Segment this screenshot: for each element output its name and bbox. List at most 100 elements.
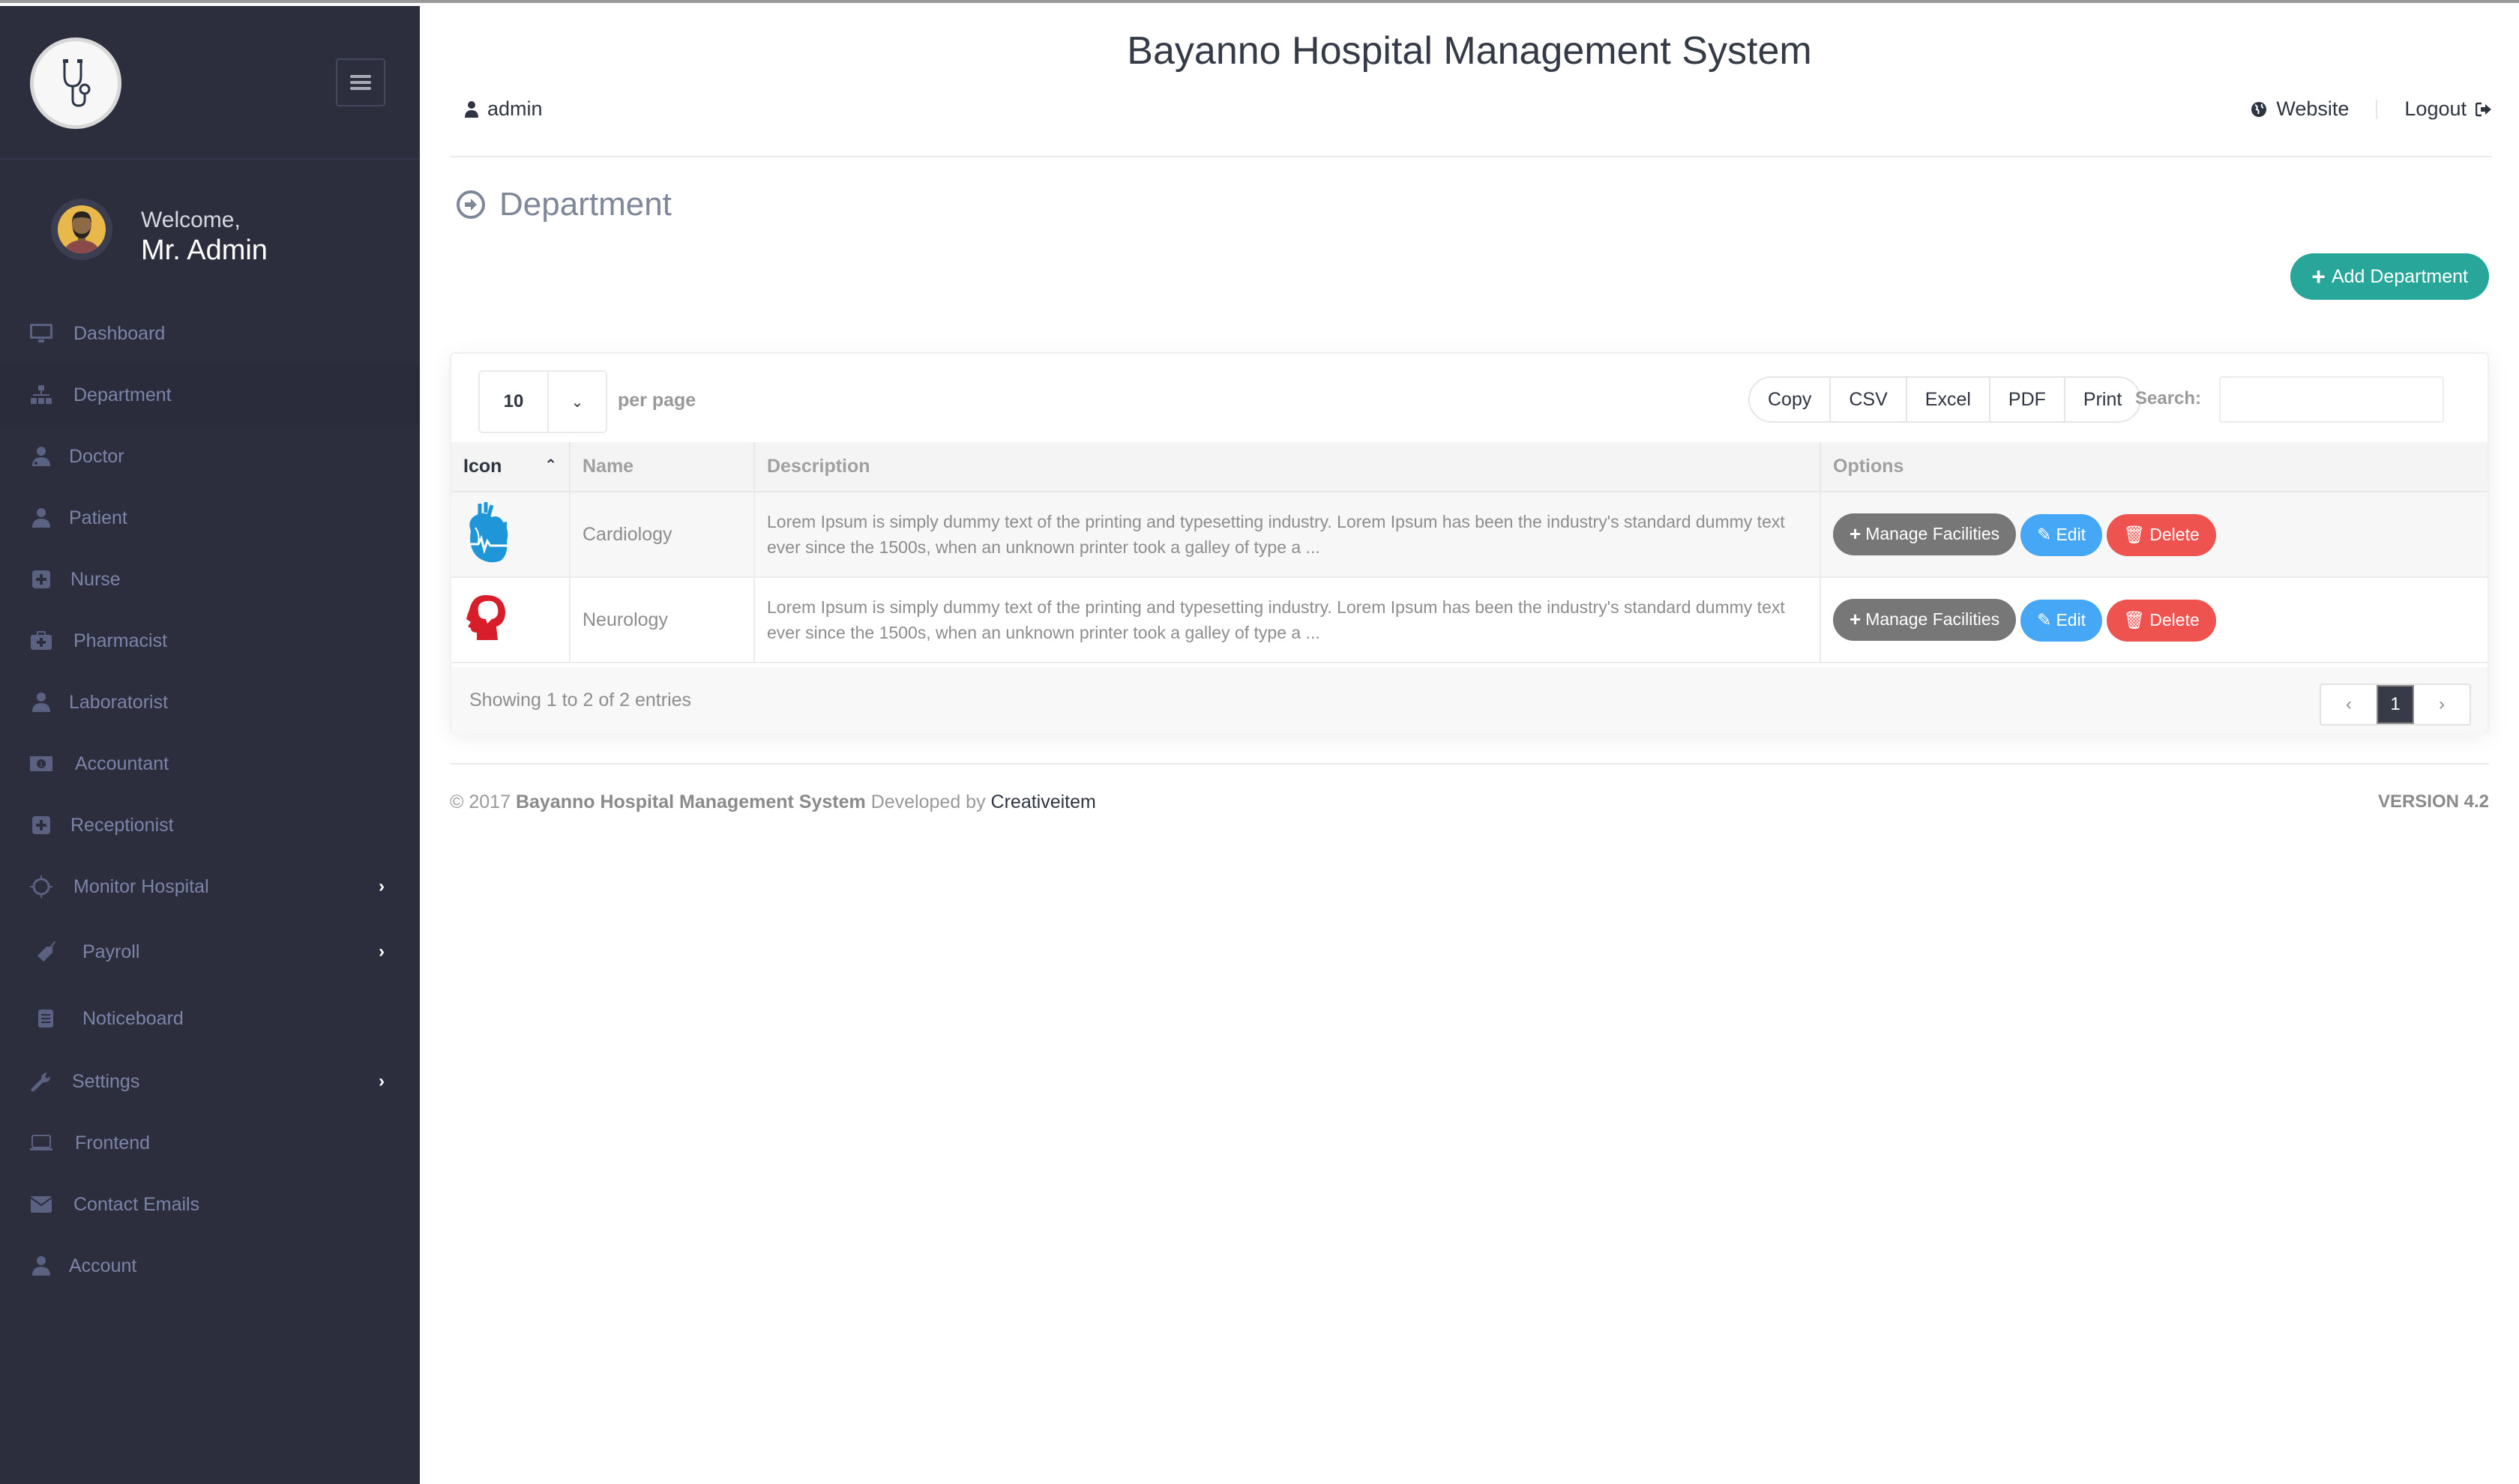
sidebar-item-frontend[interactable]: Frontend: [0, 1112, 420, 1174]
csv-button[interactable]: CSV: [1831, 378, 1907, 421]
manage-facilities-button[interactable]: + Manage Facilities: [1833, 598, 2017, 641]
delete-button[interactable]: 🗑 Delete: [2107, 599, 2216, 642]
copyright: © 2017: [450, 791, 511, 812]
department-description: Lorem Ipsum is simply dummy text of the …: [754, 577, 1821, 663]
table-row: Cardiology Lorem Ipsum is simply dummy t…: [451, 492, 2488, 578]
welcome-label: Welcome,: [141, 208, 241, 232]
sidebar-item-label: Pharmacist: [73, 630, 168, 651]
edit-button[interactable]: ✎ Edit: [2020, 599, 2103, 642]
sidebar-item-label: Laboratorist: [69, 691, 169, 713]
edit-button[interactable]: ✎ Edit: [2020, 513, 2103, 556]
envelope-icon: [28, 1192, 54, 1217]
sidebar-item-label: Nurse: [70, 568, 121, 590]
footer: © 2017 Bayanno Hospital Management Syste…: [450, 791, 1096, 813]
developed-by-label: Developed by: [870, 791, 986, 812]
sidebar-item-department[interactable]: Department: [0, 364, 420, 426]
plus-icon: +: [2311, 263, 2326, 290]
pdf-button[interactable]: PDF: [1990, 378, 2065, 421]
page-title: Department: [456, 186, 672, 223]
medkit-icon: [28, 628, 54, 654]
pencil-icon: ✎: [2037, 610, 2052, 630]
department-icon-cell: [451, 492, 571, 578]
version-label: VERSION 4.2: [2377, 791, 2489, 812]
sidebar-nav: Dashboard Department Doctor Patient Nurs…: [0, 303, 420, 1297]
table-info: Showing 1 to 2 of 2 entries: [469, 690, 692, 711]
page-length-value: 10: [480, 372, 549, 432]
chevron-right-icon: ›: [379, 876, 385, 896]
column-header-description[interactable]: Description: [754, 442, 1821, 492]
main-content: Bayanno Hospital Management System admin…: [420, 6, 2519, 1484]
menu-toggle-button[interactable]: [336, 58, 385, 106]
sidebar-item-label: Frontend: [75, 1132, 151, 1153]
column-header-icon[interactable]: Icon ⌃: [451, 442, 571, 492]
sidebar-item-label: Accountant: [75, 752, 169, 774]
chevron-right-icon: ›: [379, 1071, 385, 1091]
delete-button[interactable]: 🗑 Delete: [2107, 513, 2216, 556]
add-department-button[interactable]: + Add Department: [2290, 253, 2489, 300]
user-name: Mr. Admin: [141, 235, 268, 266]
page-1-button[interactable]: 1: [2377, 685, 2414, 724]
globe-icon: [2251, 101, 2267, 117]
sidebar-item-dashboard[interactable]: Dashboard: [0, 303, 420, 364]
laptop-icon: [28, 1130, 54, 1156]
arrow-circle-right-icon: [457, 190, 485, 219]
copy-button[interactable]: Copy: [1750, 378, 1832, 421]
print-button[interactable]: Print: [2065, 378, 2140, 421]
sidebar-item-label: Contact Emails: [73, 1193, 200, 1215]
logout-link[interactable]: Logout: [2404, 97, 2492, 121]
developer-link[interactable]: Creativeitem: [991, 791, 1096, 812]
page-length-select[interactable]: 10 ⌄: [478, 370, 607, 433]
column-header-name[interactable]: Name: [570, 442, 755, 492]
sidebar-item-settings[interactable]: Settings ›: [0, 1051, 420, 1112]
website-link[interactable]: Website: [2251, 97, 2349, 121]
header-links: Website Logout: [2251, 97, 2492, 121]
sign-out-icon: [2476, 102, 2491, 116]
sidebar-item-receptionist[interactable]: Receptionist: [0, 794, 420, 856]
department-table-panel: 10 ⌄ per page Copy CSV Excel PDF Print S…: [450, 352, 2489, 733]
sidebar-item-laboratorist[interactable]: Laboratorist: [0, 672, 420, 733]
sidebar-item-account[interactable]: Account: [0, 1235, 420, 1297]
avatar[interactable]: [51, 199, 112, 260]
sidebar-item-noticeboard[interactable]: Noticeboard: [0, 986, 420, 1051]
sidebar-item-doctor[interactable]: Doctor: [0, 426, 420, 487]
sidebar-item-accountant[interactable]: 1 Accountant: [0, 733, 420, 794]
sort-asc-icon: ⌃: [544, 457, 557, 474]
plus-square-icon: [28, 812, 54, 838]
user-link[interactable]: admin: [463, 97, 543, 121]
sitemap-icon: [28, 382, 54, 408]
department-name: Neurology: [570, 577, 755, 663]
sidebar-item-patient[interactable]: Patient: [0, 487, 420, 549]
hamburger-icon-line: [350, 87, 371, 90]
excel-button[interactable]: Excel: [1907, 378, 1990, 421]
column-header-options[interactable]: Options: [1820, 442, 2488, 492]
sidebar-item-contact-emails[interactable]: Contact Emails: [0, 1174, 420, 1235]
sidebar-item-label: Payroll: [82, 941, 140, 962]
chevron-right-icon: ›: [379, 941, 385, 962]
trash-icon: 🗑: [2123, 525, 2146, 544]
footer-divider: [450, 763, 2489, 764]
plus-icon: +: [1850, 522, 1862, 545]
user-md-icon: [28, 444, 54, 469]
svg-text:1: 1: [39, 761, 43, 769]
welcome-block: Welcome, Mr. Admin: [0, 197, 420, 280]
department-name: Cardiology: [570, 492, 755, 578]
sidebar-item-label: Department: [73, 384, 172, 405]
previous-page-button[interactable]: ‹: [2321, 685, 2377, 724]
sidebar-item-monitor-hospital[interactable]: Monitor Hospital ›: [0, 856, 420, 917]
per-page-label: per page: [618, 390, 696, 411]
options-cell: + Manage Facilities ✎ Edit 🗑 Delete: [1820, 492, 2488, 578]
stethoscope-logo-icon[interactable]: [30, 37, 121, 129]
sidebar-item-nurse[interactable]: Nurse: [0, 549, 420, 610]
sidebar-item-label: Noticeboard: [82, 1007, 184, 1029]
sidebar-item-pharmacist[interactable]: Pharmacist: [0, 610, 420, 672]
tag-icon: [33, 939, 58, 965]
search-input[interactable]: [2219, 376, 2444, 423]
department-table: Icon ⌃ Name Description Options Cardiolo…: [451, 442, 2488, 663]
sidebar-item-payroll[interactable]: Payroll ›: [0, 917, 420, 986]
logout-link-label: Logout: [2404, 97, 2467, 120]
sidebar-item-label: Dashboard: [73, 322, 166, 344]
manage-facilities-button[interactable]: + Manage Facilities: [1833, 513, 2017, 555]
next-page-button[interactable]: ›: [2414, 685, 2470, 724]
hamburger-icon-line: [350, 81, 371, 84]
sidebar-item-label: Receptionist: [70, 814, 174, 836]
